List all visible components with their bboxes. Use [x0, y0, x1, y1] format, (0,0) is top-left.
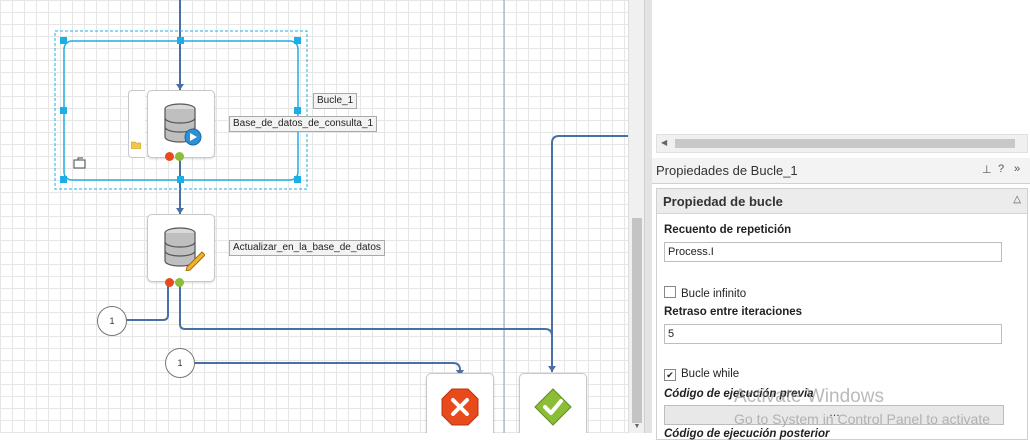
folder-icon	[131, 141, 141, 149]
loop-icon	[73, 157, 86, 169]
repeat-count-label: Recuento de repetición	[664, 224, 792, 236]
pin-icon[interactable]: ⊥	[982, 163, 992, 176]
resize-handle-tl[interactable]	[60, 37, 67, 44]
database-play-icon	[164, 103, 202, 146]
properties-title: Propiedades de Bucle_1	[656, 163, 798, 178]
while-loop-row[interactable]: ✔ Bucle while	[664, 368, 739, 381]
query-database-label[interactable]: Base_de_datos_de_consulta_1	[229, 116, 378, 132]
while-loop-label: Bucle while	[681, 368, 740, 380]
connector-update-success	[179, 284, 553, 372]
connector-success-out	[551, 135, 628, 372]
expand-icon[interactable]: »	[1014, 163, 1020, 175]
resize-handle-tr[interactable]	[294, 37, 301, 44]
infinite-loop-checkbox[interactable]	[664, 286, 676, 298]
activation-watermark-subtitle: Go to System in Control Panel to activat…	[734, 411, 991, 427]
arrow-head	[548, 366, 556, 372]
success-port-icon[interactable]	[175, 278, 184, 287]
resize-handle-top[interactable]	[177, 37, 184, 44]
resize-handle-bottom[interactable]	[177, 176, 184, 183]
workflow-canvas[interactable]: Bucle_1 Base_de_datos_de_consulta_1 Actu…	[0, 0, 628, 433]
connector-update-error	[126, 284, 169, 321]
resize-handle-right[interactable]	[294, 107, 301, 114]
help-icon[interactable]: ?	[998, 163, 1004, 175]
database-edit-icon	[164, 227, 205, 271]
right-panel: ◀ Propiedades de Bucle_1 ⊥ ? » Propiedad…	[652, 0, 1030, 440]
error-port-icon[interactable]	[165, 152, 174, 161]
update-database-label[interactable]: Actualizar_en_la_base_de_datos	[229, 240, 385, 256]
collapse-icon[interactable]: △	[1013, 194, 1021, 205]
infinite-loop-label: Bucle infinito	[681, 288, 747, 300]
error-x-icon	[441, 388, 479, 426]
success-end-node[interactable]	[519, 373, 587, 433]
query-database-node[interactable]	[147, 90, 215, 158]
canvas-vertical-scrollbar[interactable]: ▼	[628, 0, 645, 433]
post-exec-code-label: Código de ejecución posterior	[664, 428, 830, 440]
connector-reference-1[interactable]: 1	[97, 306, 127, 336]
repeat-count-input[interactable]	[664, 242, 1002, 262]
canvas-scroll-thumb[interactable]	[632, 218, 642, 423]
update-database-node[interactable]	[147, 214, 215, 282]
resize-handle-left[interactable]	[60, 107, 67, 114]
section-title: Propiedad de bucle	[663, 194, 783, 209]
error-end-node[interactable]	[426, 373, 494, 433]
activation-watermark-title: Activate Windows	[734, 386, 884, 407]
top-pane: ◀	[652, 0, 1030, 159]
connector-to-error-end	[194, 362, 461, 376]
horizontal-scroll-thumb[interactable]	[675, 139, 1015, 148]
loop-side-tab	[128, 90, 145, 158]
error-port-icon[interactable]	[165, 278, 174, 287]
scroll-down-icon[interactable]: ▼	[632, 423, 642, 433]
resize-handle-br[interactable]	[294, 176, 301, 183]
connector-reference-2[interactable]: 1	[165, 348, 195, 378]
properties-header: Propiedades de Bucle_1 ⊥ ? »	[652, 158, 1030, 184]
top-pane-horizontal-scrollbar[interactable]: ◀	[656, 134, 1028, 153]
connector-layer	[54, 0, 628, 433]
while-loop-checkbox[interactable]: ✔	[664, 369, 676, 381]
infinite-loop-row[interactable]: Bucle infinito	[664, 286, 746, 300]
delay-label: Retraso entre iteraciones	[664, 306, 803, 318]
loop-label[interactable]: Bucle_1	[313, 93, 358, 109]
success-port-icon[interactable]	[175, 152, 184, 161]
delay-input[interactable]	[664, 324, 1002, 344]
scroll-left-icon[interactable]: ◀	[661, 138, 667, 147]
resize-handle-bl[interactable]	[60, 176, 67, 183]
success-check-icon	[534, 388, 572, 426]
loop-property-section-header[interactable]: Propiedad de bucle △	[657, 189, 1027, 214]
